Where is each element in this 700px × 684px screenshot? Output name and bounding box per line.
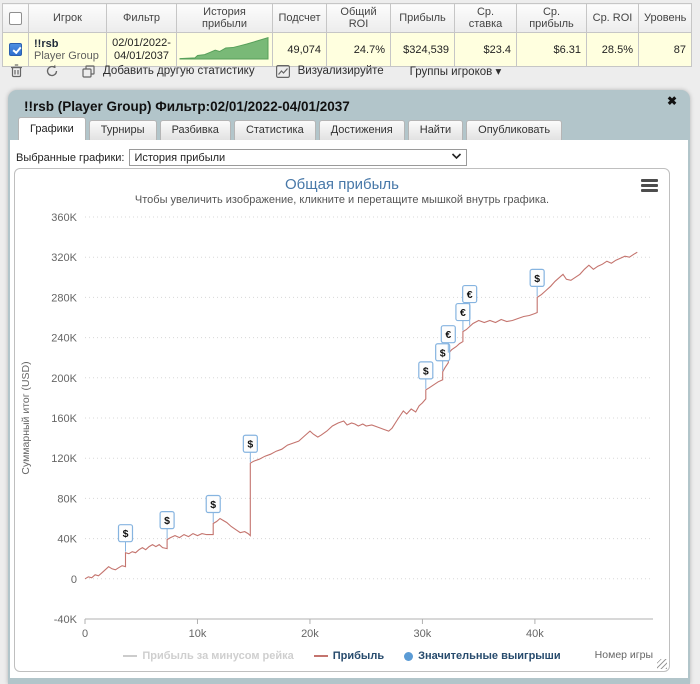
svg-text:120K: 120K <box>51 453 77 465</box>
tab-achievements[interactable]: Достижения <box>318 120 405 140</box>
svg-text:$: $ <box>164 515 170 527</box>
add-statistic-button[interactable]: Добавить другую статистику <box>103 65 255 77</box>
chevron-down-icon <box>451 152 462 163</box>
player-name[interactable]: !!rsb <box>34 38 101 50</box>
col-count[interactable]: Подсчет <box>272 3 327 33</box>
svg-text:240K: 240K <box>51 333 77 345</box>
svg-text:€: € <box>467 289 473 301</box>
svg-text:360K: 360K <box>51 212 77 224</box>
svg-text:10k: 10k <box>189 628 207 640</box>
svg-text:40K: 40K <box>57 534 77 546</box>
x-axis-title: Номер игры <box>594 649 653 661</box>
copy-icon[interactable] <box>80 63 96 79</box>
level-value: 87 <box>638 32 692 67</box>
col-filter[interactable]: Фильтр <box>106 3 177 33</box>
col-profit-history[interactable]: История прибыли <box>176 3 273 33</box>
chart-menu-icon[interactable] <box>641 179 658 192</box>
svg-text:30k: 30k <box>414 628 432 640</box>
dialog-tabs: Графики Турниры Разбивка Статистика Дост… <box>18 117 563 140</box>
tab-publish[interactable]: Опубликовать <box>466 120 563 140</box>
col-player[interactable]: Игрок <box>28 3 107 33</box>
chart-panel: Общая прибыль Чтобы увеличить изображени… <box>14 168 670 672</box>
tab-find[interactable]: Найти <box>407 120 464 140</box>
avg-profit-value: $6.31 <box>516 32 587 67</box>
page: { "stats_table": { "columns": ["Игрок","… <box>0 0 700 684</box>
refresh-icon[interactable] <box>44 63 60 79</box>
svg-text:$: $ <box>123 528 129 540</box>
close-icon[interactable]: ✖ <box>667 94 677 108</box>
dialog-content: Выбранные графики: История прибыли Общая… <box>10 140 688 678</box>
tab-breakdown[interactable]: Разбивка <box>159 120 231 140</box>
dialog-title: !!rsb (Player Group) Фильтр:02/01/2022-0… <box>24 99 350 114</box>
legend-label-significant-wins: Значительные выигрыши <box>418 650 561 662</box>
filter-date-from: 02/01/2022- <box>112 36 171 49</box>
profit-chart-svg[interactable]: 360K 320K 280K 240K 200K 160K 120K 80K 40K 0 -40K 0… <box>15 209 665 645</box>
select-all-cell[interactable] <box>2 3 29 33</box>
chart-type-select-value: История прибыли <box>134 151 226 164</box>
player-groups-dropdown[interactable]: Группы игроков ▾ <box>410 64 502 78</box>
stats-toolbar: Добавить другую статистику Визуализируйт… <box>8 62 501 80</box>
svg-text:$: $ <box>440 347 446 359</box>
chart-type-select[interactable]: История прибыли <box>129 149 468 166</box>
svg-text:280K: 280K <box>51 292 77 304</box>
chart-selector-row: Выбранные графики: История прибыли <box>16 149 468 166</box>
legend-item-profit-minus-rake[interactable]: Прибыль за минусом рейка <box>123 650 294 662</box>
legend-label-profit: Прибыль <box>332 650 385 662</box>
tab-statistics[interactable]: Статистика <box>233 120 316 140</box>
svg-text:0: 0 <box>71 574 77 586</box>
svg-text:200K: 200K <box>51 373 77 385</box>
legend-line-gray <box>123 655 138 657</box>
delete-icon[interactable] <box>8 63 24 79</box>
svg-text:€: € <box>460 307 466 319</box>
svg-text:40k: 40k <box>526 628 544 640</box>
col-avg-roi[interactable]: Ср. ROI <box>586 3 639 33</box>
legend-item-significant-wins[interactable]: Значительные выигрыши <box>404 650 561 662</box>
svg-text:0: 0 <box>82 628 88 640</box>
svg-text:$: $ <box>423 365 429 377</box>
tab-charts[interactable]: Графики <box>18 117 86 140</box>
player-group-dialog: !!rsb (Player Group) Фильтр:02/01/2022-0… <box>8 90 690 684</box>
svg-text:$: $ <box>534 273 540 285</box>
avg-roi-value: 28.5% <box>586 32 639 67</box>
col-avg-profit[interactable]: Ср. прибыль <box>516 3 587 33</box>
svg-text:320K: 320K <box>51 252 77 264</box>
col-total-roi[interactable]: Общий ROI <box>326 3 391 33</box>
stats-header-row: Игрок Фильтр История прибыли Подсчет Общ… <box>2 3 692 33</box>
svg-text:$: $ <box>210 499 216 511</box>
svg-text:-40K: -40K <box>54 614 78 626</box>
player-stats-table: Игрок Фильтр История прибыли Подсчет Общ… <box>2 3 692 67</box>
select-all-checkbox[interactable] <box>9 11 22 25</box>
filter-date-to: 04/01/2037 <box>113 49 170 62</box>
chart-legend: Прибыль за минусом рейка Прибыль Значите… <box>15 650 669 662</box>
visualize-icon[interactable] <box>275 63 291 79</box>
svg-text:€: € <box>445 329 451 341</box>
chart-subtitle: Чтобы увеличить изображение, кликните и … <box>134 194 550 206</box>
svg-text:Суммарный итог (USD): Суммарный итог (USD) <box>20 361 32 474</box>
tab-tournaments[interactable]: Турниры <box>88 120 157 140</box>
col-level[interactable]: Уровень <box>638 3 692 33</box>
legend-label-profit-minus-rake: Прибыль за минусом рейка <box>142 650 294 662</box>
legend-line-red <box>313 655 328 657</box>
svg-text:20k: 20k <box>301 628 319 640</box>
svg-text:80K: 80K <box>57 493 77 505</box>
chart-title: Общая прибыль <box>284 176 400 193</box>
col-avg-stake[interactable]: Ср. ставка <box>454 3 517 33</box>
legend-dot-blue <box>404 651 414 661</box>
svg-text:$: $ <box>247 439 253 451</box>
profit-sparkline <box>179 36 269 60</box>
row-checkbox[interactable] <box>9 43 22 56</box>
col-profit[interactable]: Прибыль <box>390 3 455 33</box>
resize-handle-icon[interactable] <box>657 659 667 669</box>
selected-charts-label: Выбранные графики: <box>16 151 125 164</box>
svg-text:160K: 160K <box>51 413 77 425</box>
legend-item-profit[interactable]: Прибыль <box>313 650 385 662</box>
player-group-label: Player Group <box>34 49 99 62</box>
visualize-button[interactable]: Визуализируйте <box>298 65 384 77</box>
